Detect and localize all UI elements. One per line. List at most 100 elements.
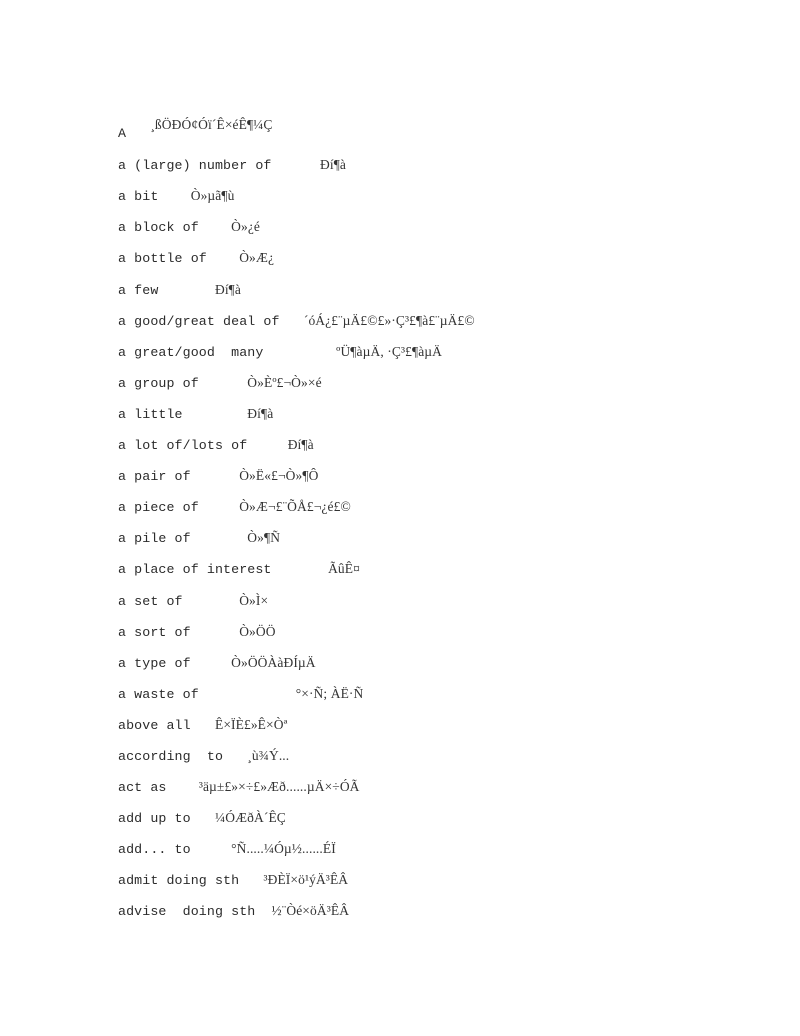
entry-gloss: Ðí¶à — [247, 405, 274, 421]
entry-gloss: ³äµ±£»×÷£»Æð......µÄ×÷ÓÃ — [198, 779, 360, 795]
entry-row: a (large) number of Ðí¶à — [118, 154, 738, 185]
entry-spacing — [223, 749, 247, 764]
entry-spacing — [158, 189, 190, 204]
entry-gloss: Ò»Èº£¬Ò»×é — [247, 374, 322, 390]
entry-row: a group of Ò»Èº£¬Ò»×é — [118, 372, 738, 403]
entry-gloss: ³ÐÈÏ×ö¹ýÄ³ÊÂ — [263, 872, 349, 888]
entry-spacing — [199, 687, 296, 702]
entry-spacing — [191, 718, 215, 733]
entry-gloss: ÃûÊ¤ — [328, 561, 360, 577]
entry-row: a waste of °×·Ñ; ÀË·Ñ — [118, 683, 738, 714]
entry-term: a bottle of — [118, 251, 207, 267]
entry-term: a pair of — [118, 469, 191, 485]
entry-row: add... to °Ñ.....¼Óµ½......ÉÏ — [118, 838, 738, 869]
entry-term: a bit — [118, 189, 159, 205]
entry-term: admit doing sth — [118, 873, 240, 889]
entry-term: add... to — [118, 842, 191, 858]
entry-spacing — [247, 438, 287, 453]
entry-spacing — [199, 500, 239, 515]
entry-gloss: Ò»¿é — [231, 219, 261, 235]
entry-spacing — [191, 625, 239, 640]
entry-spacing — [263, 345, 336, 360]
entry-gloss: Ò»Æ¬£¨ÕÅ£¬¿é£© — [239, 499, 351, 515]
entry-gloss: ¸ù¾Ý... — [247, 747, 290, 763]
entry-spacing — [280, 314, 304, 329]
entry-term: act as — [118, 780, 167, 796]
entry-spacing — [272, 562, 329, 577]
entry-gloss: Ðí¶à — [214, 281, 241, 297]
entry-row: a little Ðí¶à — [118, 403, 738, 434]
entry-spacing — [199, 220, 231, 235]
entry-spacing — [207, 251, 239, 266]
entry-term: a waste of — [118, 686, 199, 702]
entry-row: a great/good many ºÜ¶àµÄ, ·Ç³£¶àµÄ — [118, 341, 738, 372]
entry-gloss: Ò»ÖÖ — [239, 623, 276, 639]
entry-gloss: Ò»Ì× — [239, 592, 269, 608]
entry-term: a place of interest — [118, 562, 272, 578]
entry-row: a lot of/lots of Ðí¶à — [118, 434, 738, 465]
entry-list: a (large) number of Ðí¶à a bit Ò»µã¶ù a bl… — [118, 154, 738, 931]
entry-gloss: ´óÁ¿£¨µÄ£©£»·Ç³£¶à£¨µÄ£© — [303, 312, 475, 328]
entry-term: a (large) number of — [118, 158, 272, 174]
entry-spacing — [158, 283, 215, 298]
entry-term: according to — [118, 748, 224, 764]
entry-term: advise doing sth — [118, 904, 256, 920]
entry-term: a block of — [118, 220, 199, 236]
entry-term: a good/great deal of — [118, 313, 280, 329]
entry-row: a bit Ò»µã¶ù — [118, 185, 738, 216]
entry-spacing — [191, 842, 231, 857]
entry-term: a piece of — [118, 500, 199, 516]
entry-row: a piece of Ò»Æ¬£¨ÕÅ£¬¿é£© — [118, 496, 738, 527]
entry-row: advise doing sth ½¨Òé×öÄ³ÊÂ — [118, 900, 738, 931]
entry-row: act as ³äµ±£»×÷£»Æð......µÄ×÷ÓÃ — [118, 776, 738, 807]
entry-term: a pile of — [118, 531, 191, 547]
entry-row: a set of Ò»Ì× — [118, 590, 738, 621]
entry-term: a set of — [118, 593, 183, 609]
entry-spacing — [183, 594, 240, 609]
entry-row: a type of Ò»ÖÖÀàÐÍµÄ — [118, 652, 738, 683]
entry-gloss: Ò»ÖÖÀàÐÍµÄ — [231, 654, 316, 670]
entry-term: a type of — [118, 655, 191, 671]
entry-spacing — [272, 158, 320, 173]
entry-term: a great/good many — [118, 344, 264, 360]
title-text: ¸ßÖÐÓ¢Óï´Ê×éÊ¶¼Ç — [150, 117, 273, 132]
entry-row: a block of Ò»¿é — [118, 216, 738, 247]
entry-term: a little — [118, 406, 183, 422]
entry-term: add up to — [118, 811, 191, 827]
entry-row: a sort of Ò»ÖÖ — [118, 621, 738, 652]
entry-spacing — [199, 376, 247, 391]
entry-row: a pile of Ò»¶Ñ — [118, 527, 738, 558]
entry-row: above all Ê×ÏÈ£»Ê×Òª — [118, 714, 738, 745]
entry-term: a lot of/lots of — [118, 438, 248, 454]
entry-term: a sort of — [118, 624, 191, 640]
entry-gloss: Ò»µã¶ù — [190, 188, 235, 204]
entry-row: a bottle of Ò»Æ¿ — [118, 247, 738, 278]
entry-spacing — [255, 904, 271, 919]
entry-row: according to ¸ù¾Ý... — [118, 745, 738, 776]
document-page: ¸ßÖÐÓ¢Óï´Ê×éÊ¶¼Ç A a (large) number of Ð… — [118, 92, 738, 932]
entry-gloss: ºÜ¶àµÄ, ·Ç³£¶àµÄ — [336, 343, 443, 359]
entry-term: above all — [118, 717, 191, 733]
entry-term: a group of — [118, 375, 199, 391]
entry-spacing — [183, 407, 248, 422]
entry-row: a pair of Ò»Ë«£¬Ò»¶Ô — [118, 465, 738, 496]
entry-gloss: ½¨Òé×öÄ³ÊÂ — [271, 903, 350, 919]
entry-row: admit doing sth ³ÐÈÏ×ö¹ýÄ³ÊÂ — [118, 869, 738, 900]
entry-spacing — [191, 469, 239, 484]
entry-spacing — [191, 656, 231, 671]
entry-spacing — [191, 811, 215, 826]
entry-gloss: ¼ÓÆðÀ´ÊÇ — [214, 810, 286, 826]
entry-row: add up to ¼ÓÆðÀ´ÊÇ — [118, 807, 738, 838]
entry-gloss: Ðí¶à — [287, 437, 314, 453]
document-title: ¸ßÖÐÓ¢Óï´Ê×éÊ¶¼Ç — [118, 92, 738, 132]
entry-row: a few Ðí¶à — [118, 279, 738, 310]
entry-row: a place of interest ÃûÊ¤ — [118, 558, 738, 589]
entry-gloss: Ò»¶Ñ — [247, 530, 281, 546]
entry-spacing — [191, 531, 248, 546]
entry-gloss: °×·Ñ; ÀË·Ñ — [295, 685, 364, 701]
entry-gloss: °Ñ.....¼Óµ½......ÉÏ — [231, 841, 336, 857]
entry-term: a few — [118, 282, 159, 298]
entry-gloss: Ðí¶à — [320, 157, 347, 173]
entry-row: a good/great deal of ´óÁ¿£¨µÄ£©£»·Ç³£¶à£… — [118, 310, 738, 341]
entry-gloss: Ò»Ë«£¬Ò»¶Ô — [239, 468, 319, 484]
